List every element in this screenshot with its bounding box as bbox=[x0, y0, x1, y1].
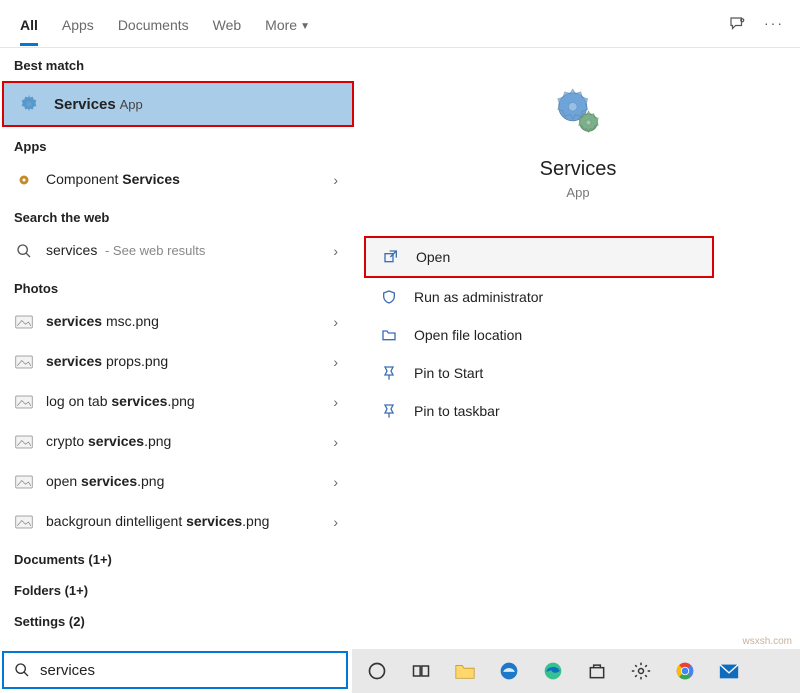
mail-icon[interactable] bbox=[708, 652, 750, 690]
store-icon[interactable] bbox=[576, 652, 618, 690]
tab-all[interactable]: All bbox=[8, 3, 50, 45]
action-open-location[interactable]: Open file location bbox=[364, 316, 792, 354]
best-title: Services bbox=[54, 96, 116, 113]
chevron-right-icon[interactable]: › bbox=[329, 514, 342, 530]
tab-more[interactable]: More▼ bbox=[253, 3, 322, 45]
cortana-icon[interactable] bbox=[356, 652, 398, 690]
section-best-match: Best match bbox=[0, 48, 356, 79]
results-panel: Best match Services App Apps Component S… bbox=[0, 48, 356, 649]
detail-panel: Services App Open Run as administrator O… bbox=[356, 48, 800, 649]
result-photo-4[interactable]: open services.png › bbox=[0, 462, 356, 502]
photo-bold: services bbox=[88, 433, 144, 449]
section-search-web: Search the web bbox=[0, 200, 356, 231]
web-query: services bbox=[46, 242, 97, 258]
tab-web[interactable]: Web bbox=[201, 3, 254, 45]
image-icon bbox=[14, 312, 34, 332]
image-icon bbox=[14, 432, 34, 452]
detail-subtitle: App bbox=[566, 185, 589, 200]
tab-more-label: More bbox=[265, 17, 297, 33]
search-tabs: All Apps Documents Web More▼ ··· bbox=[0, 0, 800, 48]
detail-title: Services bbox=[540, 158, 617, 181]
tab-documents[interactable]: Documents bbox=[106, 3, 201, 45]
photo-suffix: .png bbox=[167, 393, 194, 409]
image-icon bbox=[14, 392, 34, 412]
open-icon bbox=[382, 248, 400, 266]
action-open[interactable]: Open bbox=[364, 236, 714, 278]
photo-prefix: log on tab bbox=[46, 393, 111, 409]
task-view-icon[interactable] bbox=[400, 652, 442, 690]
chevron-right-icon[interactable]: › bbox=[329, 354, 342, 370]
chevron-right-icon[interactable]: › bbox=[329, 243, 342, 259]
watermark: wsxsh.com bbox=[743, 636, 792, 647]
edge-icon[interactable] bbox=[532, 652, 574, 690]
result-photo-2[interactable]: log on tab services.png › bbox=[0, 382, 356, 422]
action-pin-start[interactable]: Pin to Start bbox=[364, 354, 792, 392]
tab-apps[interactable]: Apps bbox=[50, 3, 106, 45]
result-app-bold: Services bbox=[122, 171, 180, 187]
result-photo-1[interactable]: services props.png › bbox=[0, 342, 356, 382]
photo-prefix: crypto bbox=[46, 433, 88, 449]
photo-bold: services bbox=[186, 513, 242, 529]
chevron-right-icon[interactable]: › bbox=[329, 172, 342, 188]
taskbar bbox=[352, 649, 800, 693]
chrome-icon[interactable] bbox=[664, 652, 706, 690]
photo-suffix: .png bbox=[144, 433, 171, 449]
search-icon bbox=[14, 241, 34, 261]
photo-suffix: msc.png bbox=[102, 313, 159, 329]
pin-icon bbox=[380, 402, 398, 420]
photo-suffix: props.png bbox=[102, 353, 168, 369]
feedback-icon[interactable] bbox=[728, 15, 746, 33]
photo-prefix: backgroun dintelligent bbox=[46, 513, 186, 529]
photo-prefix: open bbox=[46, 473, 81, 489]
action-pin-start-label: Pin to Start bbox=[414, 365, 483, 381]
action-location-label: Open file location bbox=[414, 327, 522, 343]
result-app-prefix: Component bbox=[46, 171, 122, 187]
services-app-icon bbox=[550, 84, 606, 140]
settings-icon[interactable] bbox=[620, 652, 662, 690]
image-icon bbox=[14, 472, 34, 492]
more-options-icon[interactable]: ··· bbox=[764, 15, 784, 33]
section-folders[interactable]: Folders (1+) bbox=[0, 573, 356, 604]
edge-legacy-icon[interactable] bbox=[488, 652, 530, 690]
action-pin-taskbar-label: Pin to taskbar bbox=[414, 403, 500, 419]
pin-icon bbox=[380, 364, 398, 382]
photo-bold: services bbox=[81, 473, 137, 489]
photo-bold: services bbox=[46, 313, 102, 329]
result-photo-3[interactable]: crypto services.png › bbox=[0, 422, 356, 462]
search-box[interactable] bbox=[2, 651, 348, 689]
action-open-label: Open bbox=[416, 249, 450, 265]
chevron-right-icon[interactable]: › bbox=[329, 434, 342, 450]
section-apps: Apps bbox=[0, 129, 356, 160]
web-suffix: See web results bbox=[113, 243, 206, 258]
image-icon bbox=[14, 352, 34, 372]
best-subtitle: App bbox=[120, 97, 143, 112]
gear-icon bbox=[18, 93, 40, 115]
image-icon bbox=[14, 512, 34, 532]
result-best-services[interactable]: Services App bbox=[2, 81, 354, 127]
chevron-right-icon[interactable]: › bbox=[329, 394, 342, 410]
result-web-services[interactable]: services - See web results › bbox=[0, 231, 356, 271]
photo-suffix: .png bbox=[137, 473, 164, 489]
search-input[interactable] bbox=[40, 662, 336, 679]
chevron-down-icon: ▼ bbox=[300, 21, 310, 32]
component-icon bbox=[14, 170, 34, 190]
action-pin-taskbar[interactable]: Pin to taskbar bbox=[364, 392, 792, 430]
photo-bold: services bbox=[46, 353, 102, 369]
photo-bold: services bbox=[111, 393, 167, 409]
shield-icon bbox=[380, 288, 398, 306]
chevron-right-icon[interactable]: › bbox=[329, 474, 342, 490]
section-documents[interactable]: Documents (1+) bbox=[0, 542, 356, 573]
action-run-admin[interactable]: Run as administrator bbox=[364, 278, 792, 316]
action-admin-label: Run as administrator bbox=[414, 289, 543, 305]
file-explorer-icon[interactable] bbox=[444, 652, 486, 690]
result-component-services[interactable]: Component Services › bbox=[0, 160, 356, 200]
result-photo-5[interactable]: backgroun dintelligent services.png › bbox=[0, 502, 356, 542]
section-photos: Photos bbox=[0, 271, 356, 302]
result-photo-0[interactable]: services msc.png › bbox=[0, 302, 356, 342]
section-settings[interactable]: Settings (2) bbox=[0, 604, 356, 635]
photo-suffix: .png bbox=[242, 513, 269, 529]
search-icon bbox=[14, 662, 30, 678]
folder-icon bbox=[380, 326, 398, 344]
chevron-right-icon[interactable]: › bbox=[329, 314, 342, 330]
